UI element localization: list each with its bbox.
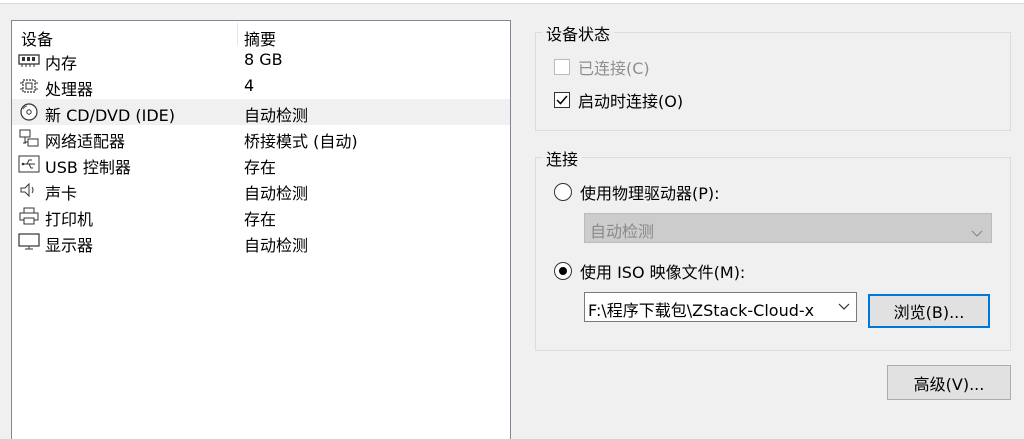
physical-drive-value: 自动检测 <box>590 222 655 241</box>
top-divider <box>0 0 1024 4</box>
display-icon <box>18 233 40 251</box>
sound-card-icon <box>18 181 40 199</box>
connection-title: 连接 <box>542 146 583 170</box>
iso-image-label: 使用 ISO 映像文件(M): <box>580 263 746 282</box>
device-name: 声卡 <box>45 184 78 203</box>
list-header: 设备 摘要 <box>12 21 510 49</box>
device-row-memory[interactable]: 内存 8 GB <box>12 47 510 73</box>
physical-drive-select[interactable]: 自动检测 <box>584 213 992 243</box>
radio-button[interactable] <box>554 262 572 280</box>
device-row-printer[interactable]: 打印机 存在 <box>12 203 510 229</box>
chevron-down-icon[interactable] <box>832 293 856 321</box>
network-adapter-icon <box>18 129 40 147</box>
device-name: 处理器 <box>45 80 94 99</box>
physical-drive-radio[interactable]: 使用物理驱动器(P): <box>554 180 720 204</box>
device-row-cd-dvd[interactable]: 新 CD/DVD (IDE) 自动检测 <box>12 99 510 125</box>
device-summary: 存在 <box>244 210 277 229</box>
device-row-sound-card[interactable]: 声卡 自动检测 <box>12 177 510 203</box>
connected-checkbox[interactable]: 已连接(C) <box>554 55 650 79</box>
device-list[interactable]: 设备 摘要 内存 8 GB 处理器 4 新 CD/DVD (IDE) 自动检测 … <box>11 20 511 439</box>
chevron-down-icon <box>971 223 983 242</box>
device-name: 打印机 <box>45 210 94 229</box>
device-summary: 4 <box>244 76 255 95</box>
device-summary: 桥接模式 (自动) <box>244 132 358 151</box>
iso-path-value[interactable]: F:\程序下载包\ZStack-Cloud-x <box>588 297 814 321</box>
device-summary: 8 GB <box>244 50 283 69</box>
radio-button[interactable] <box>554 183 572 201</box>
device-row-network-adapter[interactable]: 网络适配器 桥接模式 (自动) <box>12 125 510 151</box>
connection-group: 连接 使用物理驱动器(P): 自动检测 使用 ISO 映像文件(M): F:\程… <box>535 146 1011 351</box>
checkmark-icon <box>556 95 568 105</box>
device-row-usb-controller[interactable]: USB 控制器 存在 <box>12 151 510 177</box>
connect-at-power-on-checkbox[interactable]: 启动时连接(O) <box>554 88 683 112</box>
memory-icon <box>18 51 40 69</box>
device-row-display[interactable]: 显示器 自动检测 <box>12 229 510 255</box>
device-name: 显示器 <box>45 236 94 255</box>
device-row-processor[interactable]: 处理器 4 <box>12 73 510 99</box>
device-name: 内存 <box>45 54 78 73</box>
device-status-title: 设备状态 <box>542 21 615 45</box>
checkbox-box[interactable] <box>554 59 570 75</box>
browse-button[interactable]: 浏览(B)... <box>868 294 990 328</box>
device-summary: 存在 <box>244 158 277 177</box>
iso-image-radio[interactable]: 使用 ISO 映像文件(M): <box>554 259 745 283</box>
device-name: 网络适配器 <box>45 132 126 151</box>
connect-at-power-on-label: 启动时连接(O) <box>578 92 684 111</box>
device-name: USB 控制器 <box>45 158 131 177</box>
device-status-group: 设备状态 已连接(C) 启动时连接(O) <box>535 21 1011 131</box>
device-summary: 自动检测 <box>244 106 309 125</box>
connected-label: 已连接(C) <box>578 59 650 78</box>
device-summary: 自动检测 <box>244 184 309 203</box>
iso-path-combobox[interactable]: F:\程序下载包\ZStack-Cloud-x <box>584 292 857 322</box>
device-name: 新 CD/DVD (IDE) <box>45 106 175 125</box>
physical-drive-label: 使用物理驱动器(P): <box>580 184 720 203</box>
usb-icon <box>18 155 40 173</box>
cd-dvd-icon <box>18 103 40 121</box>
checkbox-box[interactable] <box>554 92 570 108</box>
processor-icon <box>18 77 40 95</box>
printer-icon <box>18 207 40 225</box>
radio-selected-dot <box>559 267 567 275</box>
advanced-button[interactable]: 高级(V)... <box>887 365 1011 400</box>
column-separator[interactable] <box>237 23 238 45</box>
device-summary: 自动检测 <box>244 236 309 255</box>
